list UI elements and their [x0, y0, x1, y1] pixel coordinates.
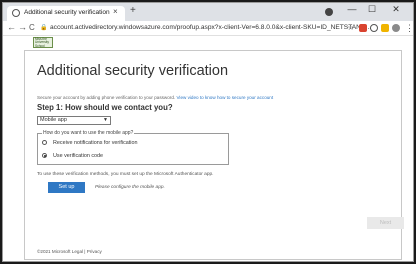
globe-icon — [12, 9, 20, 17]
reload-button[interactable]: C — [29, 23, 35, 32]
chevron-down-icon: ▼ — [103, 117, 108, 123]
extension-red-icon[interactable] — [359, 24, 367, 32]
organization-logo: Miss.the University School — [33, 37, 53, 48]
setup-note: To use these verification methods, you m… — [37, 172, 214, 177]
maximize-button[interactable]: ☐ — [363, 4, 381, 15]
radio-verification-code[interactable] — [42, 153, 47, 159]
menu-icon[interactable]: ⋮ — [405, 23, 413, 34]
lock-icon[interactable]: 🔒 — [40, 24, 47, 31]
star-icon[interactable]: ☆ — [347, 23, 354, 32]
step-title: Step 1: How should we contact you? — [37, 103, 173, 112]
puzzle-icon[interactable] — [392, 24, 400, 32]
intro-text: Secure your account by adding phone veri… — [37, 95, 273, 100]
radio-notifications[interactable] — [42, 140, 47, 146]
extension-circle-icon[interactable] — [370, 24, 378, 32]
set-up-button[interactable]: Set up — [48, 182, 85, 193]
select-value: Mobile app — [40, 117, 67, 123]
option-notifications-label: Receive notifications for verification — [53, 140, 138, 146]
extension-yellow-icon[interactable] — [381, 24, 389, 32]
options-legend: How do you want to use the mobile app? — [42, 130, 135, 136]
page-title: Additional security verification — [37, 63, 229, 79]
forward-button[interactable]: → — [18, 22, 27, 32]
footer: ©2021 Microsoft Legal | Privacy — [37, 249, 102, 254]
browser-tab[interactable]: Additional security verification × — [7, 6, 125, 21]
next-button[interactable]: Next — [367, 217, 404, 229]
browser-toolbar: ← → C 🔒 account.activedirectory.windowsa… — [3, 21, 413, 36]
option-verification-code[interactable]: Use verification code — [42, 153, 103, 159]
profile-icon[interactable] — [325, 8, 333, 16]
tab-bar: Additional security verification × + — ☐… — [3, 3, 413, 21]
tab-title: Additional security verification — [24, 9, 110, 16]
verification-panel: Additional security verification Secure … — [24, 50, 404, 260]
page-content: Miss.the University School Additional secu… — [3, 37, 413, 261]
browser-window: Additional security verification × + — ☐… — [2, 2, 414, 262]
new-tab-button[interactable]: + — [130, 5, 136, 16]
contact-method-select[interactable]: Mobile app ▼ — [37, 116, 111, 125]
tab-close-icon[interactable]: × — [113, 7, 118, 16]
option-notifications[interactable]: Receive notifications for verification — [42, 140, 138, 146]
mobile-app-options: How do you want to use the mobile app? R… — [37, 130, 229, 165]
back-button[interactable]: ← — [7, 22, 16, 32]
minimize-button[interactable]: — — [343, 4, 361, 14]
close-window-button[interactable]: ✕ — [387, 4, 405, 15]
video-link[interactable]: View video to know how to secure your ac… — [176, 95, 273, 100]
address-bar[interactable]: account.activedirectory.windowsazure.com… — [50, 24, 371, 31]
setup-hint: Please configure the mobile app. — [95, 185, 165, 190]
intro-description: Secure your account by adding phone veri… — [37, 95, 176, 100]
option-code-label: Use verification code — [53, 153, 104, 159]
